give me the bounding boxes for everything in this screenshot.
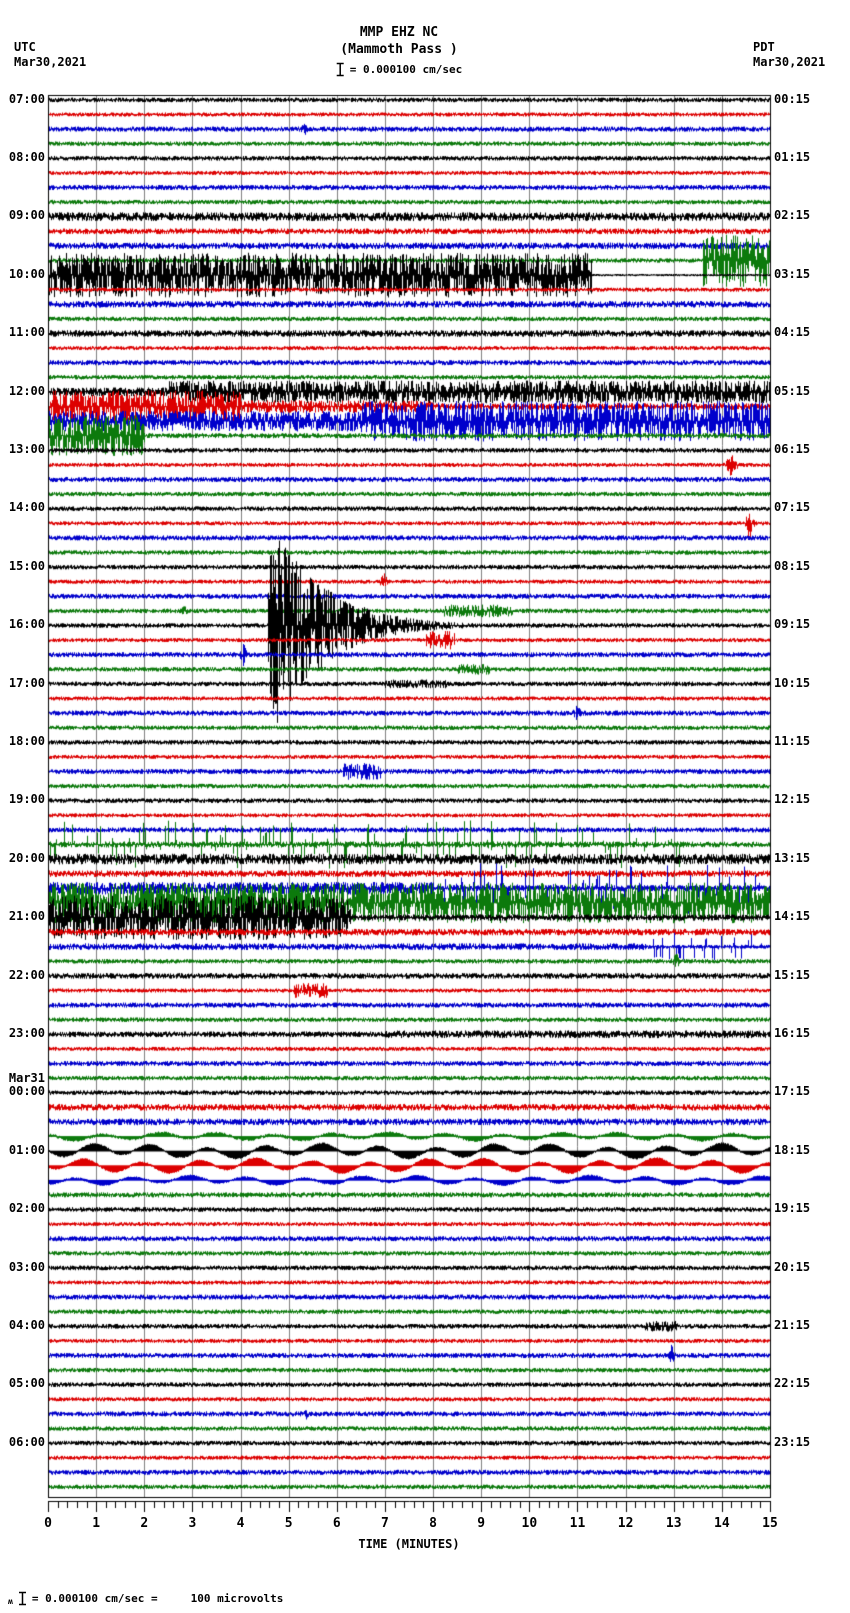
left-time-label: 15:00 <box>8 558 45 573</box>
left-time-label: 07:00 <box>8 91 45 106</box>
x-tick-label: 11 <box>569 1516 586 1531</box>
date-rollover-label: Mar31 <box>8 1071 45 1086</box>
x-tick-label: 1 <box>92 1516 101 1531</box>
footer-scale-line: ʍ = 0.000100 cm/sec = 100 microvolts <box>8 1591 283 1606</box>
left-time-label: 20:00 <box>8 850 45 865</box>
right-time-label: 18:15 <box>774 1142 811 1157</box>
left-time-label: 19:00 <box>8 792 45 807</box>
footer-prefix-glyph: ʍ <box>8 1597 13 1606</box>
x-tick-label: 10 <box>521 1516 538 1531</box>
left-time-label: 13:00 <box>8 441 45 456</box>
right-time-label: 22:15 <box>774 1376 811 1391</box>
right-time-label: 10:15 <box>774 675 811 690</box>
right-time-label: 08:15 <box>774 558 811 573</box>
left-time-label: 06:00 <box>8 1434 45 1449</box>
right-time-label: 06:15 <box>774 441 811 456</box>
scale-bracket-icon <box>18 1591 26 1606</box>
station-location: (Mammoth Pass ) <box>340 42 458 57</box>
left-time-label: 21:00 <box>8 909 45 924</box>
right-time-label: 16:15 <box>774 1025 811 1040</box>
seismogram-canvas <box>0 0 850 1613</box>
webicorder-page: UTC Mar30,2021 PDT Mar30,2021 MMP EHZ NC… <box>0 0 850 1613</box>
left-time-label: 09:00 <box>8 208 45 223</box>
x-tick-label: 14 <box>714 1516 730 1531</box>
x-tick-label: 5 <box>284 1516 293 1531</box>
amplitude-scale-line: = 0.000100 cm/sec <box>336 62 463 77</box>
right-time-label: 01:15 <box>774 149 811 164</box>
right-time-label: 23:15 <box>774 1434 811 1449</box>
right-time-label: 14:15 <box>774 909 811 924</box>
left-time-label: 04:00 <box>8 1317 45 1332</box>
utc-date-label: Mar30,2021 <box>14 55 87 69</box>
x-tick-label: 9 <box>477 1516 486 1531</box>
right-time-label: 15:15 <box>774 967 811 982</box>
x-tick-label: 15 <box>762 1516 778 1531</box>
left-time-label: 02:00 <box>8 1201 45 1216</box>
right-time-label: 04:15 <box>774 325 811 340</box>
x-tick-label: 4 <box>236 1516 245 1531</box>
footer-scale-value: 100 microvolts <box>190 1592 284 1605</box>
pdt-date-label: Mar30,2021 <box>753 55 826 69</box>
x-tick-label: 12 <box>617 1516 634 1531</box>
x-tick-label: 3 <box>188 1516 197 1531</box>
right-time-label: 09:15 <box>774 617 811 632</box>
left-time-label: 18:00 <box>8 733 45 748</box>
right-time-label: 05:15 <box>774 383 811 398</box>
x-tick-label: 13 <box>665 1516 682 1531</box>
right-time-label: 13:15 <box>774 850 811 865</box>
right-time-label: 17:15 <box>774 1084 811 1099</box>
right-time-label: 02:15 <box>774 208 811 223</box>
left-time-label: 14:00 <box>8 500 45 515</box>
left-time-label: 17:00 <box>8 675 45 690</box>
left-time-label: 10:00 <box>8 266 45 281</box>
footer-scale-text: = 0.000100 cm/sec = <box>31 1592 158 1605</box>
left-time-label: 23:00 <box>8 1025 45 1040</box>
right-time-label: 11:15 <box>774 733 811 748</box>
right-time-label: 00:15 <box>774 91 811 106</box>
right-time-label: 07:15 <box>774 500 811 515</box>
right-time-label: 12:15 <box>774 792 811 807</box>
left-time-label: 12:00 <box>8 383 45 398</box>
left-time-label: 00:00 <box>8 1084 45 1099</box>
right-time-label: 19:15 <box>774 1201 811 1216</box>
left-time-label: 05:00 <box>8 1376 45 1391</box>
left-time-label: 16:00 <box>8 617 45 632</box>
utc-timezone-label: UTC <box>14 40 36 54</box>
x-tick-label: 8 <box>429 1516 437 1531</box>
left-time-label: 11:00 <box>8 325 45 340</box>
station-title: MMP EHZ NC <box>359 25 439 40</box>
x-tick-label: 7 <box>381 1516 389 1531</box>
amplitude-scale-text: = 0.000100 cm/sec <box>349 63 463 76</box>
right-time-label: 20:15 <box>774 1259 811 1274</box>
left-time-label: 22:00 <box>8 967 45 982</box>
right-time-label: 21:15 <box>774 1317 811 1332</box>
x-axis-title: TIME (MINUTES) <box>358 1537 460 1551</box>
x-tick-label: 6 <box>332 1516 341 1531</box>
pdt-timezone-label: PDT <box>753 40 775 54</box>
scale-bracket-icon <box>336 62 344 77</box>
left-time-label: 01:00 <box>8 1142 45 1157</box>
x-tick-label: 2 <box>140 1516 149 1531</box>
right-time-label: 03:15 <box>774 266 811 281</box>
left-time-label: 08:00 <box>8 149 45 164</box>
x-tick-label: 0 <box>44 1516 52 1531</box>
left-time-label: 03:00 <box>8 1259 45 1274</box>
